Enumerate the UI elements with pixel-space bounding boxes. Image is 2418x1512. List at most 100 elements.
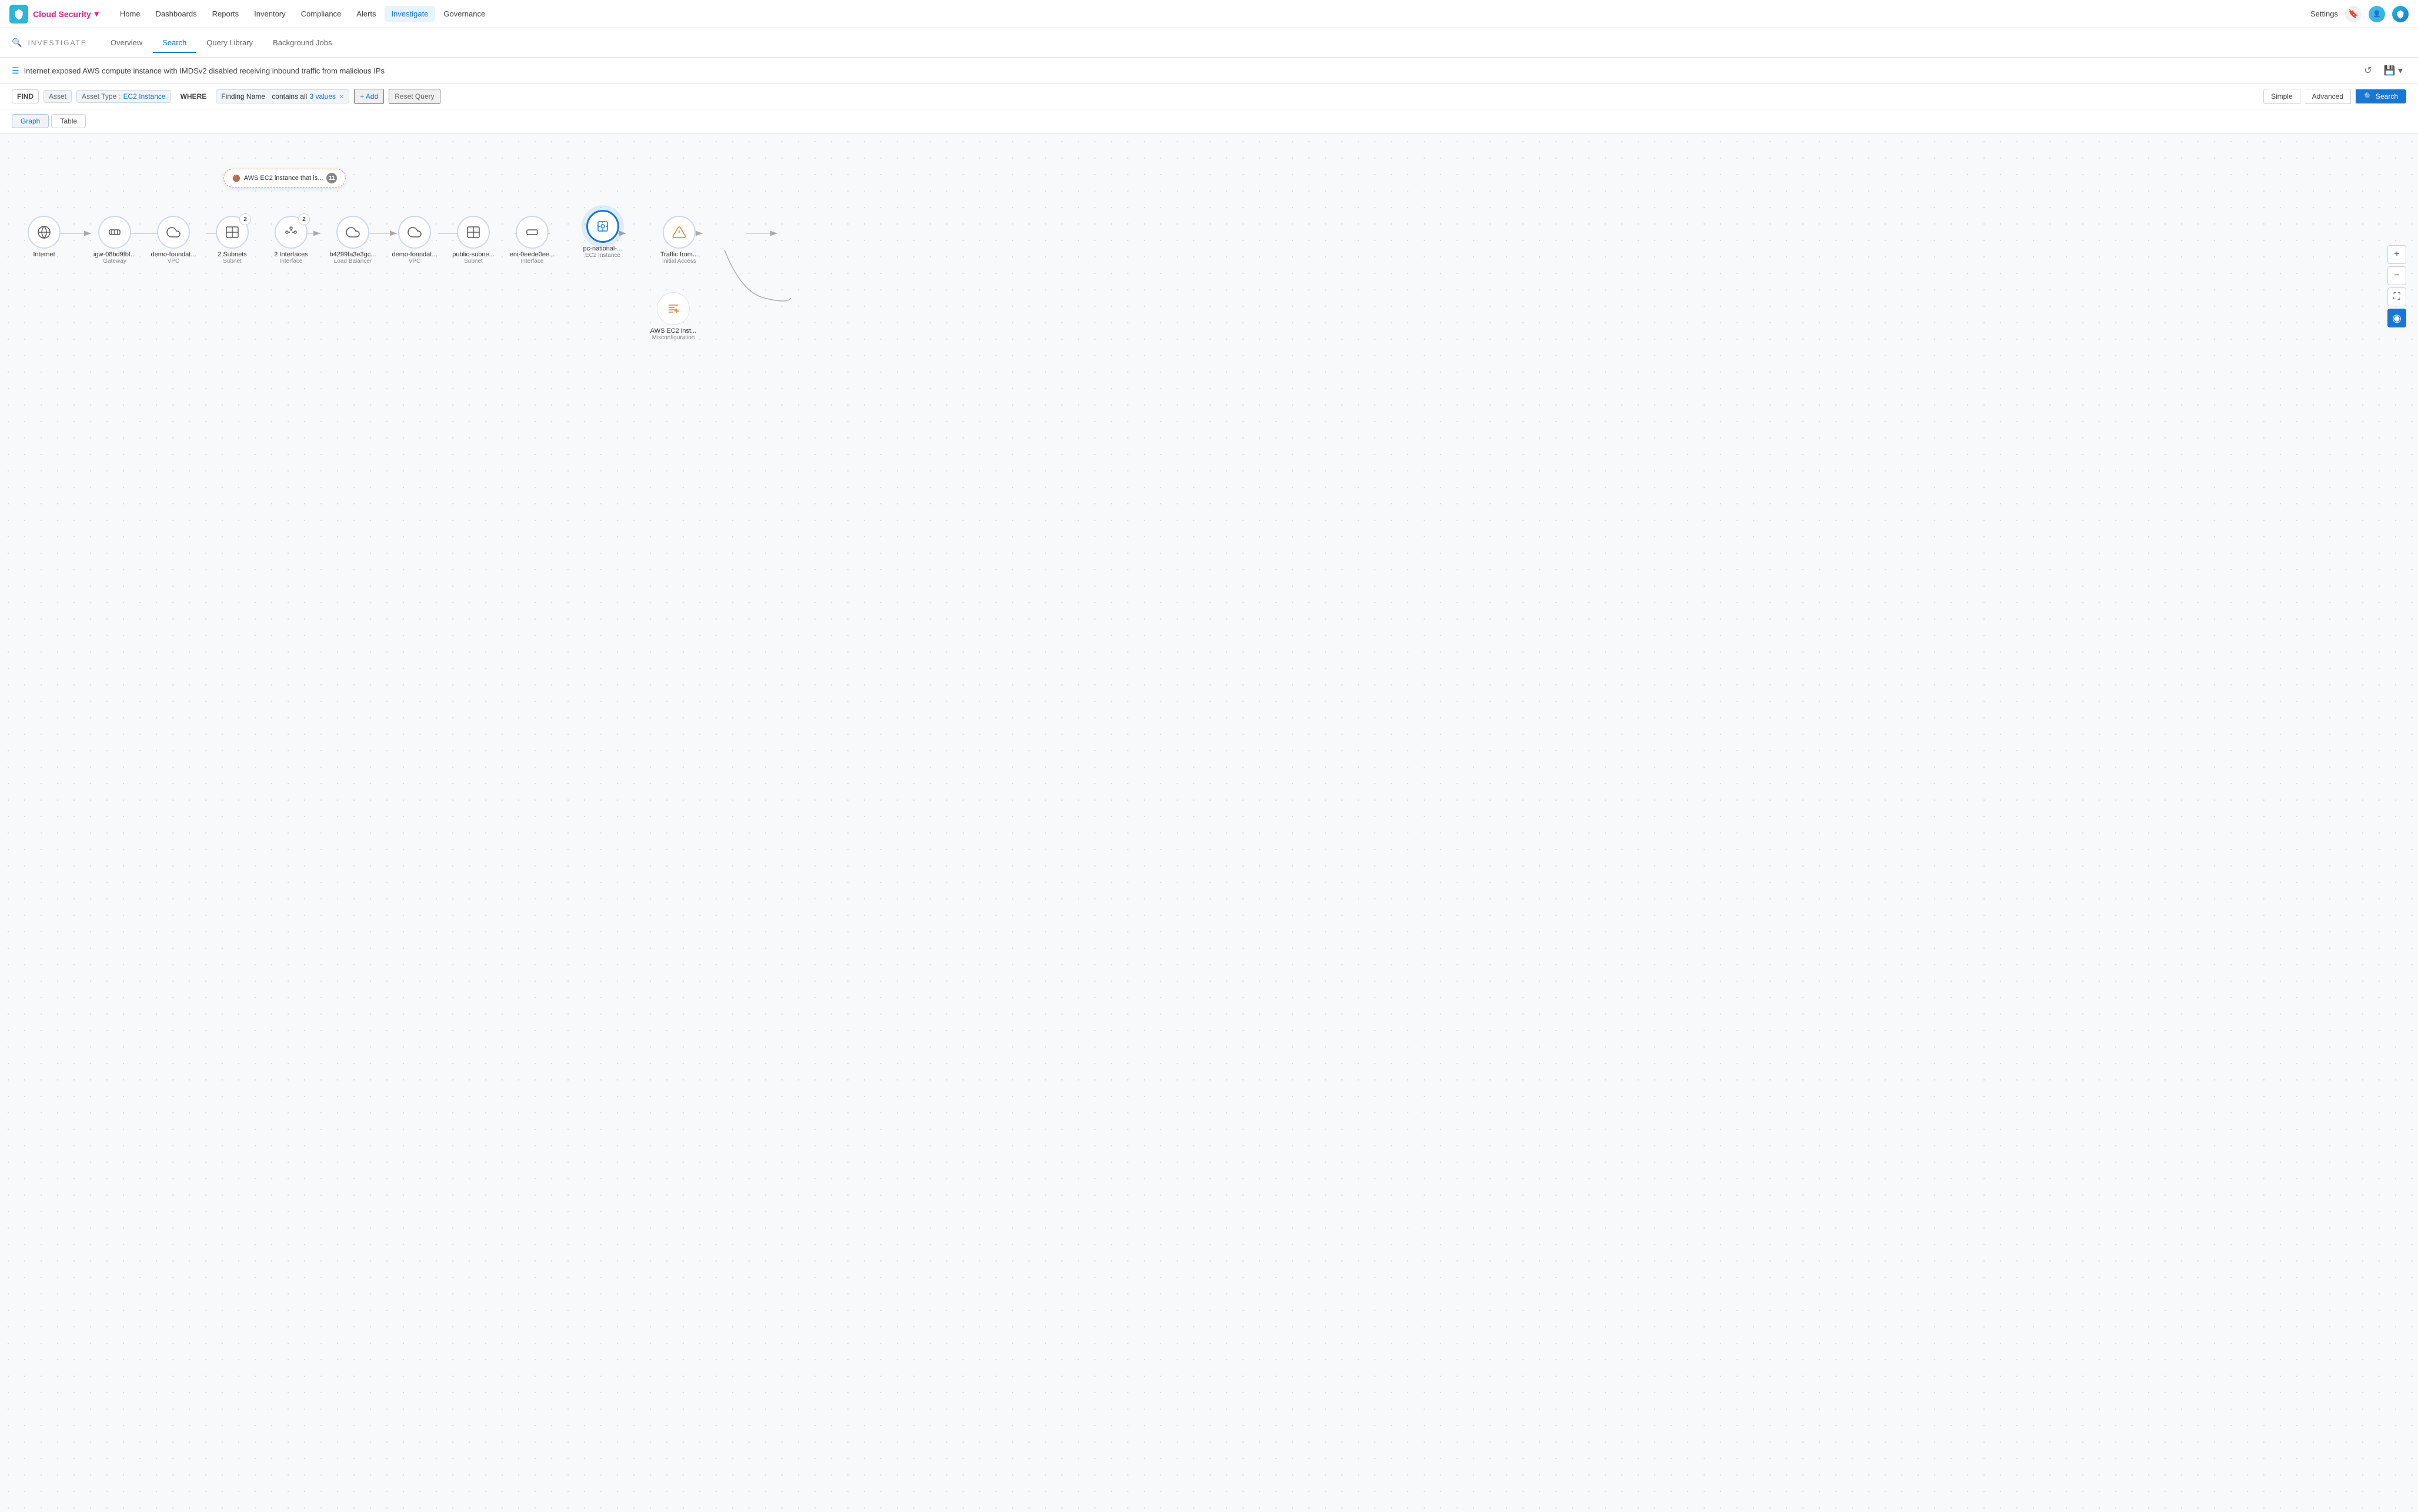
zoom-in-button[interactable]: + <box>2387 245 2406 264</box>
node-traffic-circle[interactable] <box>663 216 696 249</box>
add-filter-label: + Add <box>360 92 378 101</box>
node-interfaces-sublabel: Interface <box>280 258 303 265</box>
nav-item-reports[interactable]: Reports <box>205 6 246 22</box>
sub-nav-tabs: Overview Search Query Library Background… <box>101 34 342 52</box>
find-label: FIND <box>12 89 39 103</box>
brand-dropdown-arrow: ▾ <box>95 9 99 19</box>
zoom-out-button[interactable]: − <box>2387 266 2406 285</box>
tooltip-count: 11 <box>326 173 337 183</box>
add-filter-button[interactable]: + Add <box>354 89 384 104</box>
node-internet[interactable]: Internet <box>18 216 71 258</box>
fit-screen-button[interactable]: ⛶ <box>2387 287 2406 306</box>
tab-background-jobs[interactable]: Background Jobs <box>263 34 341 53</box>
node-igw-circle[interactable] <box>98 216 131 249</box>
graph-tooltip[interactable]: 🟤 AWS EC2 instance that is... 11 <box>223 169 346 188</box>
node-subnets-badge: 2 <box>239 213 251 225</box>
node-vpc1-label: demo-foundat... <box>151 251 196 258</box>
node-finding-circle[interactable] <box>657 292 690 325</box>
node-vpc2[interactable]: demo-foundat... VPC <box>388 216 441 265</box>
tooltip-text: AWS EC2 instance that is... <box>244 175 323 182</box>
node-igw[interactable]: igw-08bd9fbf... Gateway <box>88 216 141 265</box>
node-finding[interactable]: AWS EC2 inst... Misconfiguration <box>647 292 700 341</box>
brand-label: Cloud Security <box>33 9 91 19</box>
nav-item-inventory[interactable]: Inventory <box>247 6 292 22</box>
node-ec2[interactable]: pc-national-... EC2 Instance <box>576 210 629 259</box>
node-eni[interactable]: eni-0eede0ee... Interface <box>506 216 559 265</box>
query-actions: ↺ 💾 ▾ <box>2360 63 2406 78</box>
reset-label: Reset Query <box>395 92 434 101</box>
where-label: WHERE <box>176 90 212 103</box>
sub-navigation: 🔍 INVESTIGATE Overview Search Query Libr… <box>0 28 2418 58</box>
tab-overview[interactable]: Overview <box>101 34 152 53</box>
node-ec2-label: pc-national-... <box>583 245 623 252</box>
node-ec2-circle[interactable] <box>586 210 619 243</box>
node-subnets[interactable]: 2 2 Subnets Subnet <box>206 216 259 265</box>
nav-item-governance[interactable]: Governance <box>436 6 492 22</box>
nav-right-section: Settings 🔖 👤 <box>2310 6 2409 22</box>
node-vpc2-circle[interactable] <box>398 216 431 249</box>
center-button[interactable]: ◉ <box>2387 309 2406 327</box>
asset-type-label: Asset Type <box>82 92 116 101</box>
node-vpc2-label: demo-foundat... <box>392 251 437 258</box>
node-lb-circle[interactable] <box>336 216 369 249</box>
query-text-area: ☰ Internet exposed AWS compute instance … <box>12 66 385 76</box>
zoom-controls: + − ⛶ ◉ <box>2387 245 2406 327</box>
node-interfaces-circle[interactable]: 2 <box>275 216 308 249</box>
search-button[interactable]: 🔍 Search <box>2356 89 2406 103</box>
node-interfaces-badge: 2 <box>298 213 310 225</box>
nav-item-dashboards[interactable]: Dashboards <box>149 6 204 22</box>
node-eni-circle[interactable] <box>516 216 549 249</box>
app-logo[interactable] <box>9 5 28 24</box>
table-view-button[interactable]: Table <box>51 114 86 128</box>
node-public-sub[interactable]: public-subne... Subnet <box>447 216 500 265</box>
simple-mode-button[interactable]: Simple <box>2263 89 2300 104</box>
asset-type-value: EC2 Instance <box>123 92 166 101</box>
node-public-sub-sublabel: Subnet <box>464 258 483 265</box>
node-vpc2-sublabel: VPC <box>409 258 421 265</box>
nav-item-home[interactable]: Home <box>113 6 148 22</box>
node-subnets-circle[interactable]: 2 <box>216 216 249 249</box>
graph-container: 🟤 AWS EC2 instance that is... 11 Interne… <box>0 133 2418 439</box>
bookmark-button[interactable]: 🔖 <box>2345 6 2362 22</box>
asset-type-colon: : <box>119 92 121 101</box>
node-traffic-label: Traffic from... <box>660 251 698 258</box>
asset-type-chip[interactable]: Asset Type : EC2 Instance <box>76 90 171 103</box>
node-interfaces[interactable]: 2 2 Interfaces Interface <box>265 216 318 265</box>
graph-view-button[interactable]: Graph <box>12 114 49 128</box>
node-eni-label: eni-0eede0ee... <box>510 251 555 258</box>
user-avatar[interactable]: 👤 <box>2369 6 2385 22</box>
node-subnets-sublabel: Subnet <box>223 258 242 265</box>
nav-item-compliance[interactable]: Compliance <box>294 6 349 22</box>
view-toggle: Graph Table <box>0 109 2418 133</box>
search-icon: 🔍 <box>2364 92 2373 101</box>
clear-filter-button[interactable]: × <box>339 92 344 101</box>
avatar-icon: 👤 <box>2373 10 2381 18</box>
nav-item-investigate[interactable]: Investigate <box>385 6 436 22</box>
node-traffic-sublabel: Initial Access <box>662 258 696 265</box>
node-public-sub-circle[interactable] <box>457 216 490 249</box>
node-igw-sublabel: Gateway <box>103 258 126 265</box>
advanced-mode-button[interactable]: Advanced <box>2305 89 2351 104</box>
brand-dropdown[interactable]: Cloud Security ▾ <box>33 9 99 19</box>
node-vpc1-circle[interactable] <box>157 216 190 249</box>
finding-name-label: Finding Name <box>221 92 265 101</box>
prisma-icon-button[interactable] <box>2392 6 2409 22</box>
nav-item-alerts[interactable]: Alerts <box>349 6 383 22</box>
asset-label: Asset <box>49 92 66 101</box>
undo-button[interactable]: ↺ <box>2360 63 2375 78</box>
save-button[interactable]: 💾 ▾ <box>2380 63 2406 78</box>
node-internet-circle[interactable] <box>28 216 61 249</box>
node-vpc1[interactable]: demo-foundat... VPC <box>147 216 200 265</box>
filter-values: 3 values <box>309 92 336 101</box>
investigate-title: INVESTIGATE <box>28 39 86 47</box>
node-igw-label: igw-08bd9fbf... <box>93 251 136 258</box>
query-text-content: Internet exposed AWS compute instance wi… <box>24 66 385 75</box>
reset-query-button[interactable]: Reset Query <box>389 89 440 104</box>
tab-query-library[interactable]: Query Library <box>197 34 262 53</box>
tab-search[interactable]: Search <box>153 34 196 53</box>
node-lb[interactable]: b4299fa3e3gc... Load Balancer <box>326 216 379 265</box>
asset-chip[interactable]: Asset <box>44 90 72 103</box>
finding-name-filter[interactable]: Finding Name contains all 3 values × <box>216 89 349 103</box>
node-traffic[interactable]: Traffic from... Initial Access <box>653 216 706 265</box>
settings-link[interactable]: Settings <box>2310 9 2338 18</box>
